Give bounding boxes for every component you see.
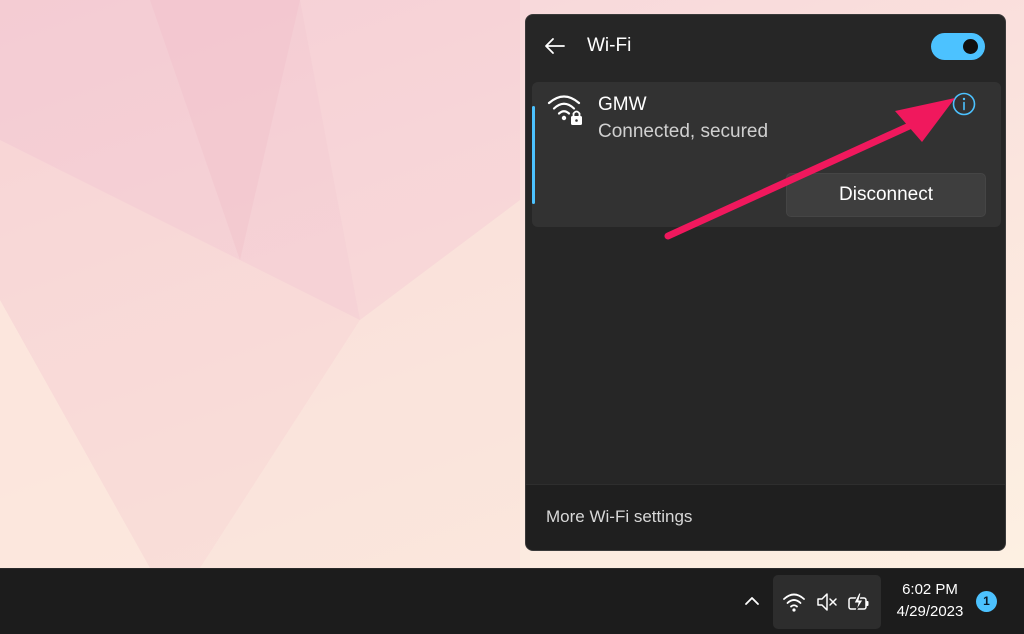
panel-header: Wi-Fi: [526, 15, 1005, 79]
wifi-flyout-panel: Wi-Fi GMW Connected, secured Disconnect …: [525, 14, 1006, 551]
taskbar: 6:02 PM 4/29/2023 1: [0, 568, 1024, 634]
network-name: GMW: [598, 94, 647, 115]
panel-footer: More Wi-Fi settings: [526, 484, 1005, 550]
more-wifi-settings-link[interactable]: More Wi-Fi settings: [546, 507, 692, 527]
battery-charging-icon: [848, 592, 869, 612]
network-card-gmw[interactable]: GMW Connected, secured Disconnect: [532, 82, 1001, 227]
panel-title: Wi-Fi: [587, 35, 632, 56]
clock-date: 4/29/2023: [896, 603, 964, 620]
wifi-secured-icon: [547, 95, 582, 125]
wifi-toggle-switch[interactable]: [931, 33, 985, 60]
selected-indicator: [532, 106, 535, 204]
clock[interactable]: 6:02 PM 4/29/2023: [888, 579, 972, 623]
notification-badge[interactable]: 1: [976, 591, 997, 612]
toggle-knob: [963, 39, 978, 54]
speaker-muted-icon: [817, 593, 837, 611]
back-arrow-icon[interactable]: [544, 37, 566, 55]
clock-time: 6:02 PM: [902, 581, 958, 598]
network-status: Connected, secured: [598, 121, 769, 142]
info-icon[interactable]: [951, 91, 977, 117]
wifi-icon: [783, 593, 805, 612]
chevron-up-icon[interactable]: [742, 591, 762, 611]
quick-settings-button[interactable]: [773, 575, 881, 629]
disconnect-button[interactable]: Disconnect: [786, 173, 986, 217]
